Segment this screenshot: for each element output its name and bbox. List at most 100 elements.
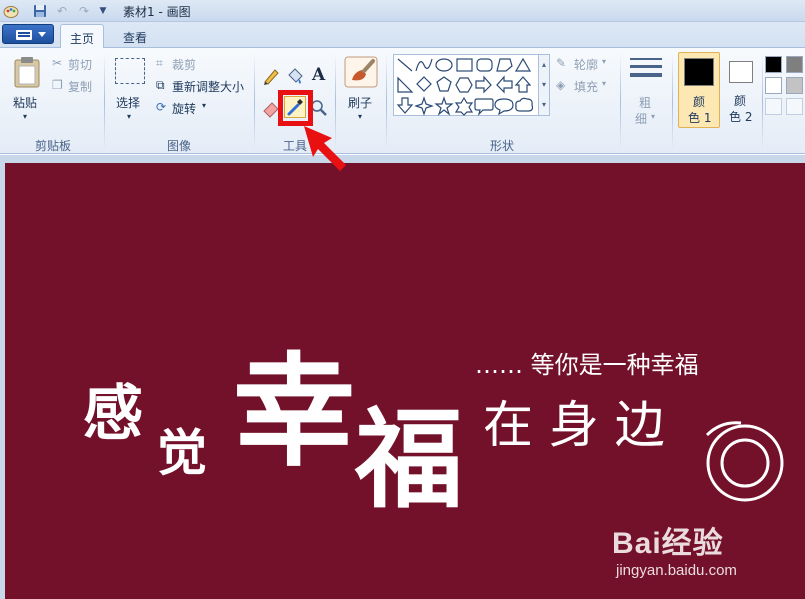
diamond-shape-icon [416, 76, 432, 92]
rounded-callout-shape-icon [474, 98, 494, 116]
shape-fill-button[interactable]: ◈ 填充 ▾ [556, 78, 616, 94]
group-divider [672, 54, 673, 150]
text-tool-icon: A [312, 65, 326, 85]
size-button[interactable]: 粗 细 ▾ [626, 54, 666, 128]
palette-swatch-gray[interactable] [786, 56, 803, 73]
copy-label: 复制 [68, 80, 93, 94]
paint-bucket-icon [288, 68, 303, 84]
clipboard-group-label: 剪贴板 [34, 139, 71, 153]
canvas-text-tagline: …… 等你是一种幸福 [475, 351, 699, 379]
scissors-icon: ✂ [52, 56, 63, 70]
outline-icon: ✎ [556, 56, 567, 70]
palette-swatch-empty[interactable] [765, 98, 782, 115]
select-label: 选择 [116, 96, 141, 110]
window-title: 素材1 - 画图 [123, 5, 191, 19]
cut-button[interactable]: ✂ 剪切 [52, 56, 100, 72]
line-shape-icon [397, 58, 413, 72]
paste-icon [14, 57, 40, 88]
fill-dropdown-icon: ▾ [602, 79, 607, 88]
annotation-arrow-icon [304, 126, 346, 171]
fill-tool[interactable] [285, 66, 305, 86]
redo-icon[interactable]: ↷ [76, 3, 92, 19]
resize-icon: ⧉ [156, 78, 165, 92]
paste-dropdown-icon: ▾ [23, 112, 28, 121]
canvas-text-jue: 觉 [157, 423, 207, 482]
brushes-button[interactable]: 刷子 ▾ [341, 54, 381, 128]
paint-app-icon[interactable] [3, 3, 19, 19]
up-arrow-shape-icon [514, 76, 532, 93]
group-divider [104, 54, 105, 150]
tab-view[interactable]: 查看 [113, 24, 157, 49]
pentagon-shape-icon [436, 76, 452, 92]
rotate-button[interactable]: ⟳ 旋转 ▾ [156, 100, 216, 116]
four-point-star-shape-icon [414, 96, 434, 116]
color2-label-line2: 色 2 [729, 110, 753, 124]
outline-label: 轮廓 [574, 58, 599, 72]
tab-home[interactable]: 主页 [60, 24, 104, 49]
paint-menu-button[interactable] [2, 24, 54, 44]
palette-swatch-black[interactable] [765, 56, 782, 73]
size-dropdown-icon: ▾ [651, 112, 656, 121]
rounded-rectangle-shape-icon [476, 58, 493, 72]
select-button[interactable]: 选择 ▾ [110, 54, 150, 128]
customize-quick-access-icon[interactable]: ▼ [97, 3, 109, 19]
canvas-text-xing: 幸 [233, 339, 355, 483]
shapes-gallery-scroll[interactable]: ▴ ▾ ▾ [538, 54, 550, 116]
oval-shape-icon [435, 58, 453, 72]
paste-button[interactable]: 粘贴 ▾ [8, 54, 46, 128]
canvas-text-gan: 感 [83, 379, 143, 449]
canvas-circle-ornament [705, 421, 784, 502]
rectangle-shape-icon [456, 58, 473, 72]
palette-swatch-light-gray[interactable] [786, 77, 803, 94]
image-group-label: 图像 [166, 139, 191, 153]
pencil-tool[interactable] [261, 66, 281, 86]
group-divider [762, 54, 763, 150]
rotate-icon: ⟳ [156, 100, 167, 114]
ribbon-tab-row: 主页 查看 [0, 22, 805, 49]
shapes-gallery[interactable] [393, 54, 550, 116]
canvas-text-zai-shen-bian: 在 身 边 [483, 396, 665, 454]
undo-icon[interactable]: ↶ [54, 3, 70, 19]
fill-label: 填充 [574, 80, 599, 94]
hexagon-shape-icon [455, 77, 473, 93]
copy-button[interactable]: ❐ 复制 [52, 78, 100, 94]
left-arrow-shape-icon [496, 75, 513, 94]
palette-swatch-white[interactable] [765, 77, 782, 94]
color2-swatch [729, 61, 753, 83]
color2-label-line1: 颜 [734, 94, 747, 108]
ribbon: 粘贴 ▾ ✂ 剪切 ❐ 复制 剪贴板 选择 ▾ ⌗ 裁剪 ⧉ 重新调整大小 ⟳ … [0, 48, 805, 154]
triangle-shape-icon [514, 57, 532, 72]
color2-button[interactable]: 颜 色 2 [722, 52, 762, 128]
size-label-line1: 粗 [639, 96, 652, 110]
canvas-text-fu: 福 [355, 397, 464, 523]
oval-callout-shape-icon [494, 98, 514, 116]
right-arrow-shape-icon [475, 75, 492, 94]
group-divider [620, 54, 621, 150]
thick-line-icon [630, 73, 662, 77]
palette-swatch-empty[interactable] [786, 98, 803, 115]
text-tool[interactable]: A [309, 65, 329, 86]
rotate-label: 旋转 [172, 102, 197, 116]
copy-icon: ❐ [52, 78, 63, 92]
cloud-callout-shape-icon [515, 97, 534, 112]
crop-button[interactable]: ⌗ 裁剪 [156, 56, 206, 72]
select-rectangle-icon [115, 58, 145, 84]
color1-label-line2: 色 1 [688, 111, 712, 125]
right-triangle-shape-icon [397, 76, 414, 93]
curve-shape-icon [415, 58, 433, 72]
crop-label: 裁剪 [172, 58, 197, 72]
resize-button[interactable]: ⧉ 重新调整大小 [156, 78, 252, 94]
down-arrow-shape-icon [396, 97, 414, 114]
resize-label: 重新调整大小 [172, 80, 245, 94]
pencil-icon [264, 69, 279, 85]
save-icon[interactable] [32, 3, 48, 19]
brushes-label: 刷子 [348, 96, 373, 110]
group-divider [254, 54, 255, 150]
select-dropdown-icon: ▾ [127, 112, 132, 121]
rotate-dropdown-icon: ▾ [202, 101, 207, 110]
shapes-icons [396, 57, 534, 116]
crop-icon: ⌗ [156, 56, 163, 70]
color1-button[interactable]: 颜 色 1 [678, 52, 720, 128]
watermark-site-text: jingyan.baidu.com [616, 562, 737, 579]
shape-outline-button[interactable]: ✎ 轮廓 ▾ [556, 56, 616, 72]
